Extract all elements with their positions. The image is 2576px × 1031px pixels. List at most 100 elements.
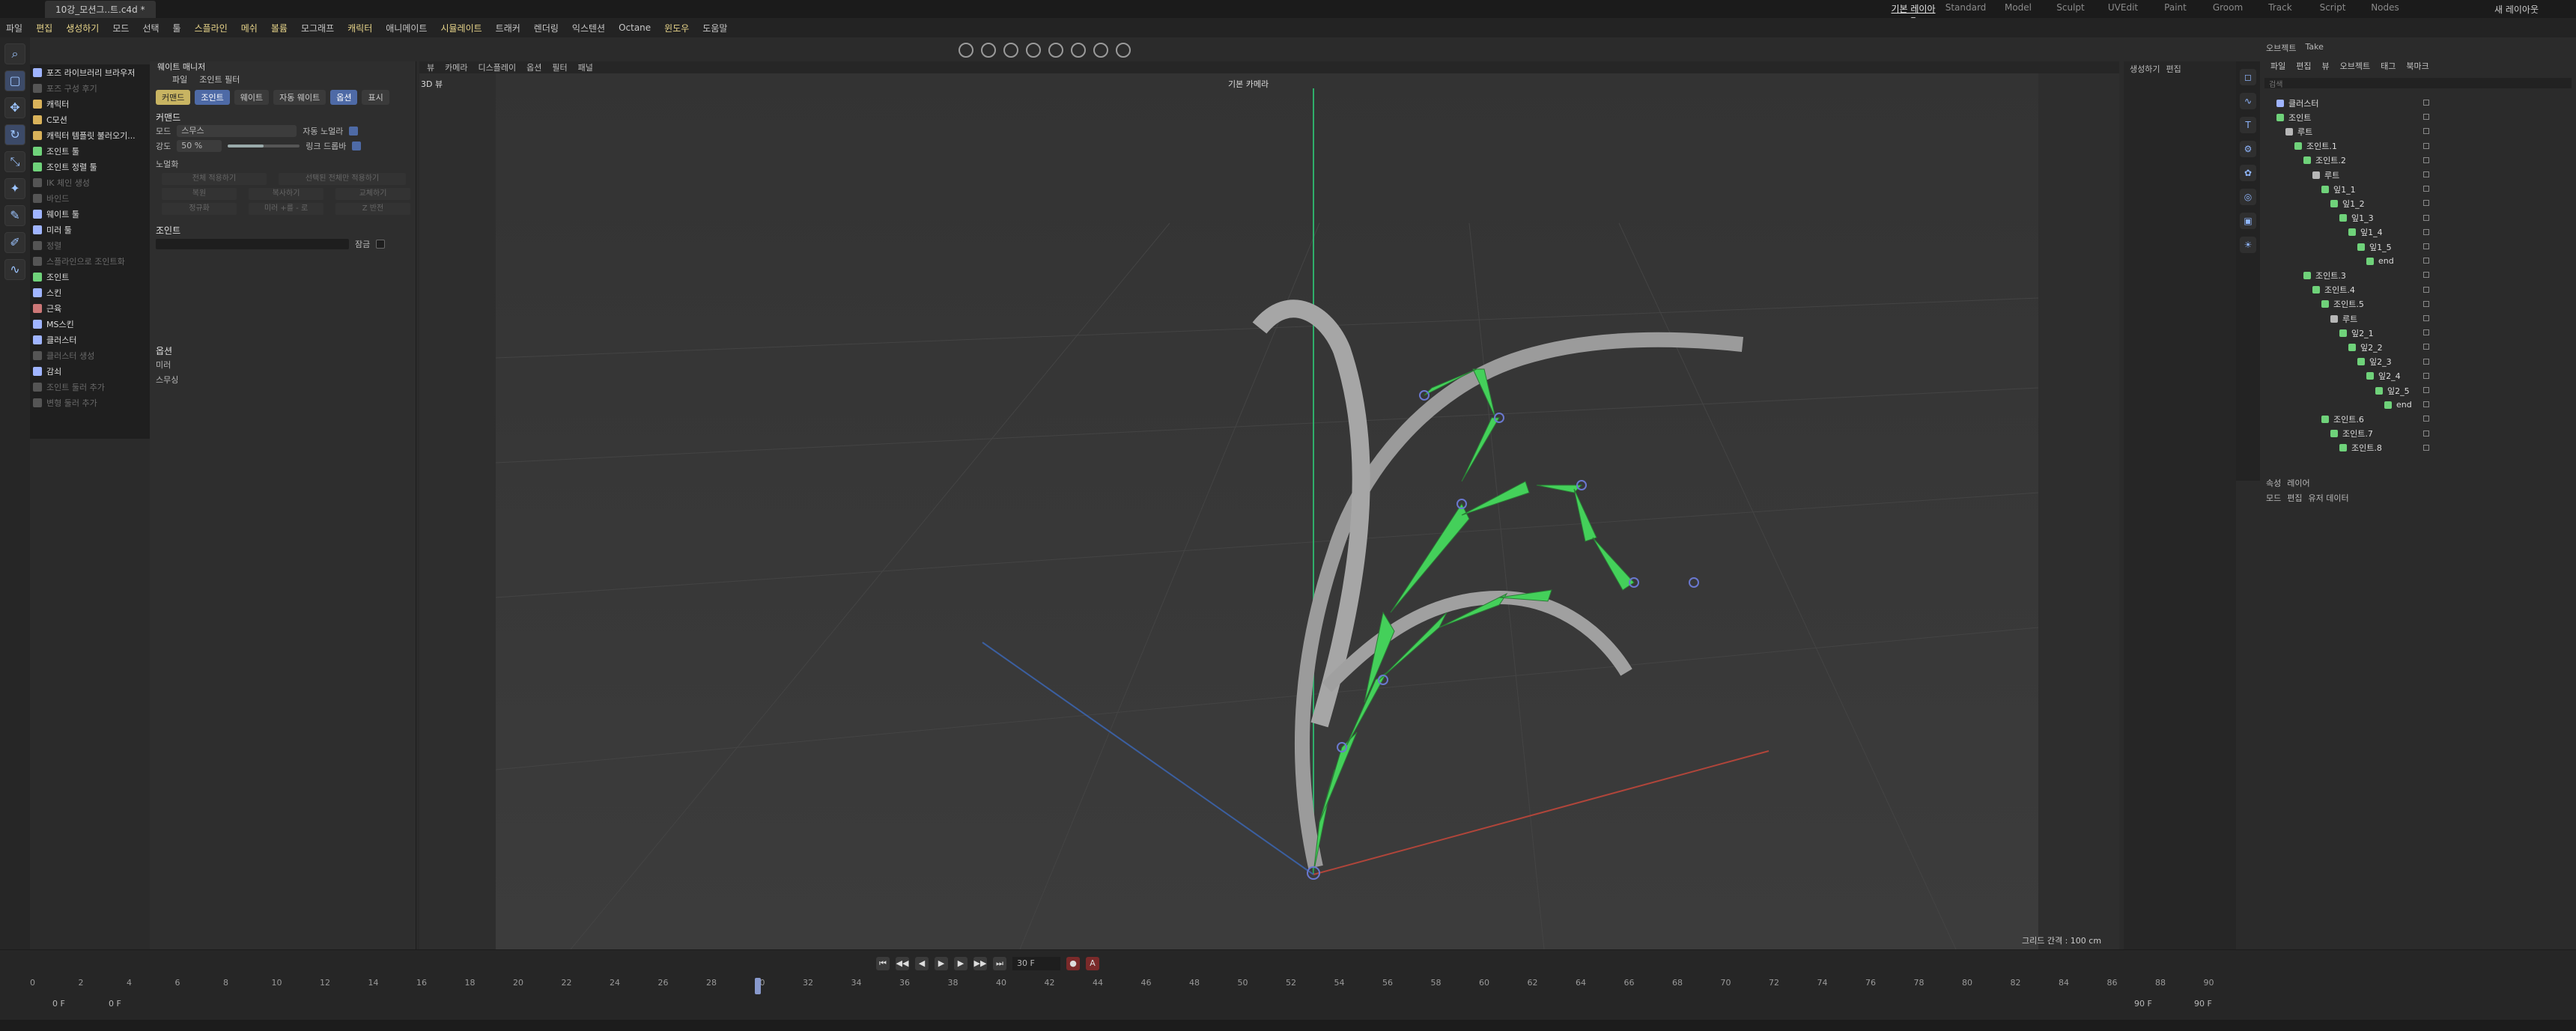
- prev-key-icon[interactable]: ◀◀: [896, 957, 909, 970]
- palette-item[interactable]: 클러스터: [30, 332, 150, 347]
- menu-item[interactable]: 렌더링: [534, 22, 559, 34]
- menu-item[interactable]: 시뮬레이트: [440, 22, 482, 34]
- tab-auto-weight[interactable]: 자동 웨이트: [273, 90, 326, 105]
- visibility-toggle[interactable]: [2423, 430, 2429, 437]
- smoothing-section[interactable]: 스무싱: [150, 372, 416, 387]
- object-tree-item[interactable]: end: [2384, 398, 2412, 412]
- lock-checkbox[interactable]: [376, 240, 386, 249]
- attr-menu-userdata[interactable]: 유저 데이터: [2309, 492, 2349, 504]
- object-tree-item[interactable]: 조인트.2: [2303, 153, 2346, 168]
- viewport-menu-item[interactable]: 패널: [578, 61, 593, 73]
- mirror-button[interactable]: 미러 +를 - 로: [249, 203, 323, 215]
- visibility-toggle[interactable]: [2423, 344, 2429, 350]
- visibility-toggle[interactable]: [2423, 329, 2429, 336]
- visibility-toggle[interactable]: [2423, 128, 2429, 135]
- play-icon[interactable]: ▶: [935, 957, 948, 970]
- deformer-icon[interactable]: ✿: [2240, 165, 2256, 181]
- object-tree-item[interactable]: 잎1_3: [2339, 211, 2374, 225]
- viewport-menu-item[interactable]: 뷰: [427, 61, 434, 73]
- object-tree-item[interactable]: 잎1_4: [2348, 225, 2383, 240]
- palette-item[interactable]: 클러스터 생성: [30, 347, 150, 363]
- normalize-section[interactable]: 노멀화: [150, 156, 416, 171]
- tab-joint[interactable]: 조인트: [195, 90, 230, 105]
- move-icon[interactable]: ✥: [4, 97, 25, 118]
- visibility-toggle[interactable]: [2423, 200, 2429, 207]
- create-panel-edit[interactable]: 편집: [2166, 63, 2181, 75]
- palette-item[interactable]: 캐릭터 템플릿 불러오기...: [30, 127, 150, 143]
- palette-item[interactable]: 정렬: [30, 237, 150, 253]
- viewport-canvas[interactable]: [495, 73, 2039, 949]
- visibility-toggle[interactable]: [2423, 186, 2429, 192]
- attr-menu-mode[interactable]: 모드: [2266, 492, 2281, 504]
- next-key-icon[interactable]: ▶▶: [973, 957, 987, 970]
- object-tree-item[interactable]: 잎2_3: [2357, 355, 2392, 369]
- viewport-menu-item[interactable]: 카메라: [445, 61, 467, 73]
- visibility-toggle[interactable]: [2423, 416, 2429, 422]
- end-frame-field[interactable]: 90 F: [2134, 999, 2152, 1009]
- palette-item[interactable]: 바인드: [30, 190, 150, 206]
- visibility-toggle[interactable]: [2423, 300, 2429, 307]
- render-icon[interactable]: [959, 43, 973, 58]
- object-tree-item[interactable]: 잎2_1: [2339, 326, 2374, 340]
- object-tree-item[interactable]: 조인트.4: [2312, 283, 2355, 297]
- tab-take[interactable]: Take: [2305, 42, 2323, 54]
- link-drop-checkbox[interactable]: [352, 142, 362, 150]
- object-tree-item[interactable]: 잎1_2: [2330, 196, 2365, 210]
- object-tree-item[interactable]: 조인트.1: [2294, 139, 2337, 153]
- pen-icon[interactable]: ✎: [4, 205, 25, 226]
- document-tab[interactable]: 10강_모션그..트.c4d *: [45, 0, 156, 18]
- visibility-toggle[interactable]: [2423, 444, 2429, 451]
- joint-link-field[interactable]: [156, 239, 349, 249]
- playhead[interactable]: [754, 978, 761, 994]
- go-start-icon[interactable]: ⏮: [876, 957, 890, 970]
- menu-item[interactable]: 생성하기: [66, 22, 99, 34]
- palette-item[interactable]: 조인트 정렬 툴: [30, 159, 150, 174]
- attr-menu-edit[interactable]: 편집: [2287, 492, 2302, 504]
- copy-button[interactable]: 복사하기: [249, 188, 323, 200]
- apply-all-button[interactable]: 전체 적용하기: [162, 173, 267, 185]
- record-icon[interactable]: ●: [1066, 957, 1080, 970]
- object-menu-item[interactable]: 뷰: [2322, 60, 2330, 72]
- tab-objects[interactable]: 오브젝트: [2266, 42, 2296, 54]
- palette-item[interactable]: 조인트: [30, 269, 150, 285]
- normalize-button[interactable]: 정규화: [162, 203, 237, 215]
- strength-slider[interactable]: [228, 145, 300, 147]
- visibility-toggle[interactable]: [2423, 315, 2429, 321]
- object-tree-item[interactable]: 조인트.5: [2321, 297, 2364, 311]
- camera-icon[interactable]: ▣: [2240, 213, 2256, 229]
- new-layout-button[interactable]: 새 레이아웃: [2494, 3, 2539, 16]
- palette-item[interactable]: 포즈 구성 후기: [30, 80, 150, 96]
- palette-item[interactable]: IK 체인 생성: [30, 174, 150, 190]
- visibility-toggle[interactable]: [2423, 258, 2429, 264]
- light-icon[interactable]: ☀: [2240, 237, 2256, 253]
- menu-item[interactable]: 볼륨: [271, 22, 288, 34]
- render-settings-icon[interactable]: [1003, 43, 1018, 58]
- object-search-input[interactable]: 검색: [2264, 78, 2572, 89]
- viewport-camera[interactable]: 기본 카메라: [1228, 78, 1269, 90]
- menu-item[interactable]: 선택: [142, 22, 159, 34]
- next-frame-icon[interactable]: ▶: [954, 957, 967, 970]
- menu-item[interactable]: 도움말: [702, 22, 727, 34]
- palette-item[interactable]: 스킨: [30, 285, 150, 300]
- generator-icon[interactable]: ⚙: [2240, 141, 2256, 157]
- palette-item[interactable]: 조인트 둘러 추가: [30, 379, 150, 395]
- paint-icon[interactable]: ✐: [4, 232, 25, 253]
- menu-item[interactable]: 애니메이트: [386, 22, 427, 34]
- viewport-menu-item[interactable]: 필터: [552, 61, 567, 73]
- menu-item[interactable]: 캐릭터: [347, 22, 372, 34]
- object-menu-item[interactable]: 태그: [2381, 60, 2396, 72]
- visibility-toggle[interactable]: [2423, 142, 2429, 149]
- mirror-section[interactable]: 미러: [150, 357, 416, 372]
- current-frame-field[interactable]: 30 F: [1012, 957, 1060, 970]
- object-tree-item[interactable]: 조인트.6: [2321, 412, 2364, 426]
- cube-icon[interactable]: ◻: [2240, 69, 2256, 85]
- field-icon[interactable]: ◎: [2240, 189, 2256, 205]
- prev-frame-icon[interactable]: ◀: [915, 957, 929, 970]
- menu-item[interactable]: 모그래프: [301, 22, 334, 34]
- palette-item[interactable]: C모션: [30, 112, 150, 127]
- text-icon[interactable]: T: [2240, 117, 2256, 133]
- object-tree-item[interactable]: 조인트: [2276, 110, 2311, 124]
- object-menu-item[interactable]: 편집: [2296, 60, 2311, 72]
- object-tree-item[interactable]: 잎2_5: [2375, 383, 2410, 398]
- menu-item[interactable]: 트래커: [496, 22, 520, 34]
